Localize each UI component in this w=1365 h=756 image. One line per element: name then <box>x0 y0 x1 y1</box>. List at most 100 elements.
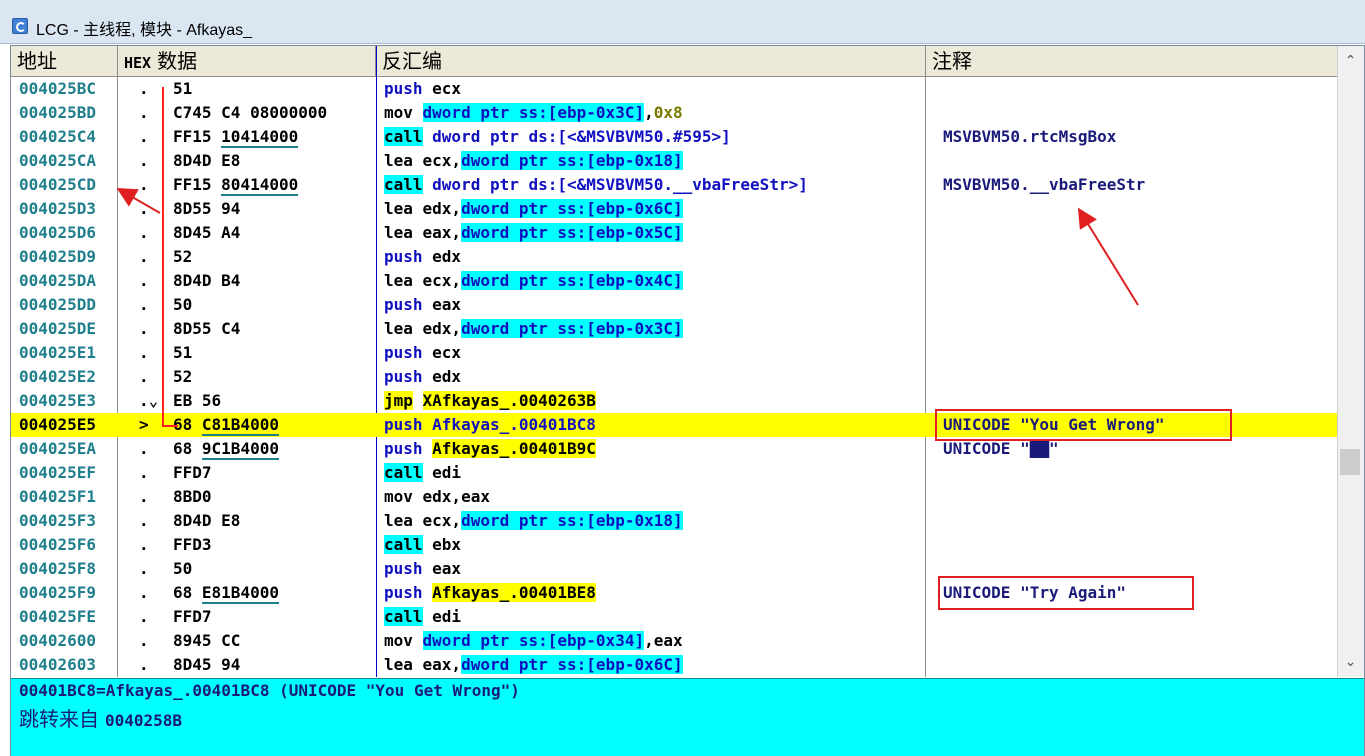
asm-token: push <box>384 247 423 266</box>
asm-token: dword ptr ss:[ebp-0x4C] <box>461 271 683 290</box>
asm-token <box>423 439 433 458</box>
column-disasm-header[interactable]: 反汇编 <box>376 46 926 76</box>
asm-token: dword ptr ss:[ebp-0x34] <box>422 631 645 650</box>
hex-segment: 68 <box>173 439 202 458</box>
disasm-row[interactable]: 004025D3. 8D55 94 lea edx,dword ptr ss:[eb… <box>11 197 1337 221</box>
row-address: 00402603 <box>19 655 97 674</box>
asm-token: , <box>644 103 654 122</box>
chevron-up-icon[interactable]: ⌃ <box>1337 46 1364 76</box>
asm-token: ecx <box>422 79 462 98</box>
hex-segment: FF15 <box>173 127 222 146</box>
row-address: 004025FE <box>19 607 97 626</box>
row-address: 004025DD <box>19 295 97 314</box>
asm-token: dword ptr ss:[ebp-0x18] <box>461 511 683 530</box>
disasm-row[interactable]: 004025D9. 52 push edx <box>11 245 1337 269</box>
column-hex-label: 数据 <box>157 49 198 73</box>
disasm-row[interactable]: 004025CD. FF15 80414000 call dword ptr ds:… <box>11 173 1337 197</box>
row-address: 004025F9 <box>19 583 97 602</box>
asm-token: jmp <box>384 391 413 410</box>
disasm-row[interactable]: 004025F1. 8BD0 mov edx,eax <box>11 485 1337 509</box>
asm-token: push <box>384 343 423 362</box>
asm-token <box>413 391 423 410</box>
row-disasm: push edx <box>384 365 929 389</box>
row-hex: 52 <box>173 247 193 266</box>
row-comment: MSVBVM50.rtcMsgBox <box>943 127 1117 146</box>
asm-token: push <box>384 79 423 98</box>
row-disasm: call dword ptr ds:[<&MSVBVM50.__vbaFreeS… <box>384 173 929 197</box>
column-comment-header[interactable]: 注释 <box>926 46 1337 76</box>
asm-token: call <box>384 607 423 626</box>
column-address-label: 地址 <box>17 49 57 73</box>
chevron-down-icon[interactable]: ⌄ <box>1337 648 1364 676</box>
column-comment-label: 注释 <box>932 49 972 73</box>
disasm-row[interactable]: 004025E1. 51 push ecx <box>11 341 1337 365</box>
disasm-row[interactable]: 004025D6. 8D45 A4 lea eax,dword ptr ss:[eb… <box>11 221 1337 245</box>
row-flag: . <box>139 631 149 650</box>
vertical-scrollbar[interactable] <box>1337 46 1364 677</box>
row-address: 004025F3 <box>19 511 97 530</box>
row-hex: FF15 80414000 <box>173 173 381 197</box>
row-hex: 8D4D E8 <box>173 151 241 170</box>
asm-token <box>423 583 433 602</box>
hex-segment: FF15 <box>173 175 222 194</box>
app-icon[interactable] <box>12 18 28 34</box>
row-disasm: call edi <box>384 461 929 485</box>
disasm-row[interactable]: 004025F3. 8D4D E8 lea ecx,dword ptr ss:[eb… <box>11 509 1337 533</box>
scrollbar-thumb[interactable] <box>1340 449 1360 475</box>
disasm-row[interactable]: 004025E2. 52 push edx <box>11 365 1337 389</box>
row-hex: 68 9C1B4000 <box>173 437 381 461</box>
asm-token: mov <box>384 631 423 650</box>
asm-token: dword ptr ss:[ebp-0x6C] <box>461 655 683 674</box>
column-address-header[interactable]: 地址 <box>11 46 118 76</box>
asm-token: lea edx, <box>384 319 462 338</box>
column-hex-prefix: HEX <box>124 54 152 72</box>
row-hex: 8D55 C4 <box>173 319 241 338</box>
asm-token: ,eax <box>644 631 683 650</box>
disasm-row[interactable]: 00402603. 8D45 94 lea eax,dword ptr ss:[eb… <box>11 653 1337 677</box>
disasm-row[interactable]: 004025DE. 8D55 C4 lea edx,dword ptr ss:[eb… <box>11 317 1337 341</box>
asm-token: push <box>384 559 423 578</box>
asm-token: lea edx, <box>384 199 462 218</box>
disasm-row[interactable]: 004025DD. 50 push eax <box>11 293 1337 317</box>
row-hex: FFD3 <box>173 535 212 554</box>
row-hex: 8D45 A4 <box>173 223 241 242</box>
row-disasm: push ecx <box>384 77 929 101</box>
disasm-row[interactable]: 004025DA. 8D4D B4 lea ecx,dword ptr ss:[eb… <box>11 269 1337 293</box>
row-disasm: lea ecx,dword ptr ss:[ebp-0x18] <box>384 149 929 173</box>
disasm-row[interactable]: 004025BC. 51 push ecx <box>11 77 1337 101</box>
row-disasm: lea ecx,dword ptr ss:[ebp-0x18] <box>384 509 929 533</box>
row-address: 004025D3 <box>19 199 97 218</box>
disasm-row[interactable]: 004025C4. FF15 10414000 call dword ptr ds:… <box>11 125 1337 149</box>
disasm-row[interactable]: 004025BD. C745 C4 08000000 mov dword ptr s… <box>11 101 1337 125</box>
hex-segment: 68 <box>173 583 202 602</box>
disasm-row[interactable]: 004025F6. FFD3 call ebx <box>11 533 1337 557</box>
asm-token: Afkayas_.00401B9C <box>432 439 596 458</box>
window-title: LCG - 主线程, 模块 - Afkayas_ <box>36 22 253 39</box>
jump-from-label: 跳转来自 <box>19 707 99 731</box>
row-address: 004025CD <box>19 175 97 194</box>
asm-token: dword ptr ss:[ebp-0x3C] <box>422 103 645 122</box>
disasm-row[interactable]: 004025CA. 8D4D E8 lea ecx,dword ptr ss:[eb… <box>11 149 1337 173</box>
title-bar: LCG - 主线程, 模块 - Afkayas_ <box>0 0 1365 44</box>
row-hex: 8D4D B4 <box>173 271 241 290</box>
row-disasm: mov dword ptr ss:[ebp-0x3C],0x8 <box>384 101 929 125</box>
highlight-box-try-again <box>938 576 1194 610</box>
asm-token: lea eax, <box>384 655 462 674</box>
asm-token: dword ptr ds:[<&MSVBVM50.__vbaFreeStr>] <box>422 175 808 194</box>
row-address: 004025BD <box>19 103 97 122</box>
disasm-row[interactable]: 004025EF. FFD7 call edi <box>11 461 1337 485</box>
column-hex-header[interactable]: HEX 数据 <box>118 46 376 76</box>
row-hex: 8945 CC <box>173 631 241 650</box>
row-hex: 50 <box>173 559 193 578</box>
asm-token: mov edx,eax <box>384 487 490 506</box>
jump-from-address[interactable]: 0040258B <box>105 711 182 730</box>
row-hex: 68 C81B4000 <box>173 413 381 437</box>
asm-token: edx <box>422 367 462 386</box>
asm-token: eax <box>422 295 462 314</box>
hex-segment: E81B4000 <box>201 583 279 604</box>
hex-segment: 10414000 <box>221 127 299 148</box>
disasm-row[interactable]: 00402600. 8945 CC mov dword ptr ss:[ebp-0x… <box>11 629 1337 653</box>
asm-token: call <box>384 175 423 194</box>
row-flag: . <box>139 583 149 602</box>
row-disasm: lea eax,dword ptr ss:[ebp-0x5C] <box>384 221 929 245</box>
